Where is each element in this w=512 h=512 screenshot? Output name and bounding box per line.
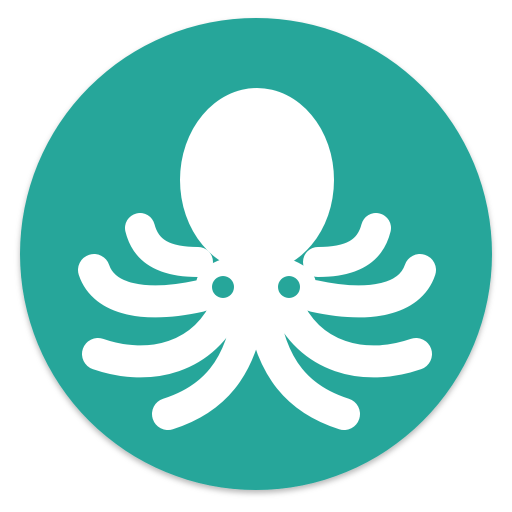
octopus-eye-left — [212, 276, 234, 298]
octopus-head — [180, 88, 334, 272]
app-icon — [0, 0, 512, 512]
octopus-eye-right — [278, 276, 300, 298]
app-icon-svg — [20, 18, 492, 490]
